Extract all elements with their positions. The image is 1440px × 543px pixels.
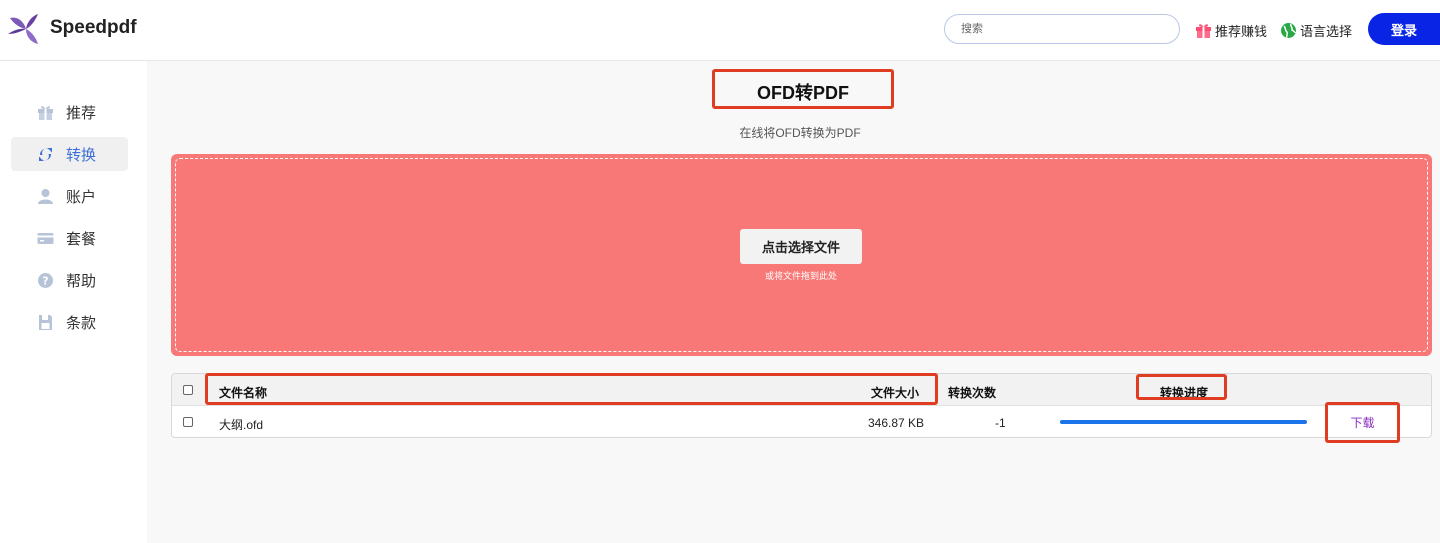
help-icon: ? — [38, 272, 53, 288]
select-file-button[interactable]: 点击选择文件 — [740, 229, 862, 264]
speedpdf-logo-icon[interactable] — [8, 12, 40, 46]
sidebar-item-terms[interactable]: 条款 — [11, 305, 128, 339]
referral-link[interactable]: 推荐赚钱 — [1195, 20, 1267, 40]
sidebar-item-label: 账户 — [66, 188, 97, 206]
login-button[interactable]: 登录 — [1368, 13, 1440, 45]
column-header-count: 转换次数 — [948, 386, 997, 400]
select-all-checkbox[interactable] — [183, 385, 193, 395]
search-input[interactable] — [944, 14, 1180, 44]
download-link[interactable]: 下载 — [1325, 402, 1400, 443]
conversion-count: -1 — [995, 416, 1006, 430]
page-title: OFD转PDF — [712, 69, 894, 109]
sidebar-item-help[interactable]: ? 帮助 — [11, 263, 128, 297]
language-selector[interactable]: 语言选择 — [1280, 20, 1352, 40]
sidebar-item-account[interactable]: 账户 — [11, 179, 128, 213]
globe-icon — [1281, 22, 1297, 38]
file-size: 346.87 KB — [868, 416, 925, 430]
highlight-box-progress — [1136, 374, 1227, 400]
sidebar-item-plans[interactable]: 套餐 — [11, 221, 128, 255]
sidebar-item-label: 套餐 — [66, 230, 97, 248]
card-icon — [37, 232, 54, 244]
gift-icon — [38, 105, 53, 120]
file-name: 大纲.ofd — [219, 418, 264, 432]
conversion-progress-bar — [1060, 420, 1307, 424]
highlight-box-name-size — [205, 373, 938, 405]
referral-label: 推荐赚钱 — [1215, 23, 1268, 39]
sidebar-item-referral[interactable]: 推荐 — [11, 95, 128, 129]
row-checkbox[interactable] — [183, 417, 193, 427]
language-label: 语言选择 — [1300, 23, 1353, 39]
sidebar-item-label: 转换 — [66, 146, 97, 164]
sidebar: 推荐 转换 账户 套餐 ? 帮助 条款 — [0, 61, 147, 543]
page-subtitle: 在线将OFD转换为PDF — [739, 126, 861, 140]
sidebar-item-label: 推荐 — [66, 104, 97, 122]
drop-hint: 或将文件拖到此处 — [764, 271, 837, 281]
sidebar-item-label: 帮助 — [66, 272, 97, 290]
sidebar-item-label: 条款 — [66, 314, 97, 332]
top-header: Speedpdf 推荐赚钱 语言选择 登录 — [0, 0, 1440, 61]
svg-text:?: ? — [42, 274, 48, 287]
convert-icon — [39, 147, 52, 161]
user-icon — [38, 188, 53, 204]
document-icon — [39, 314, 52, 330]
sidebar-item-convert[interactable]: 转换 — [11, 137, 128, 171]
gift-icon — [1196, 23, 1211, 38]
brand-name[interactable]: Speedpdf — [50, 17, 137, 39]
